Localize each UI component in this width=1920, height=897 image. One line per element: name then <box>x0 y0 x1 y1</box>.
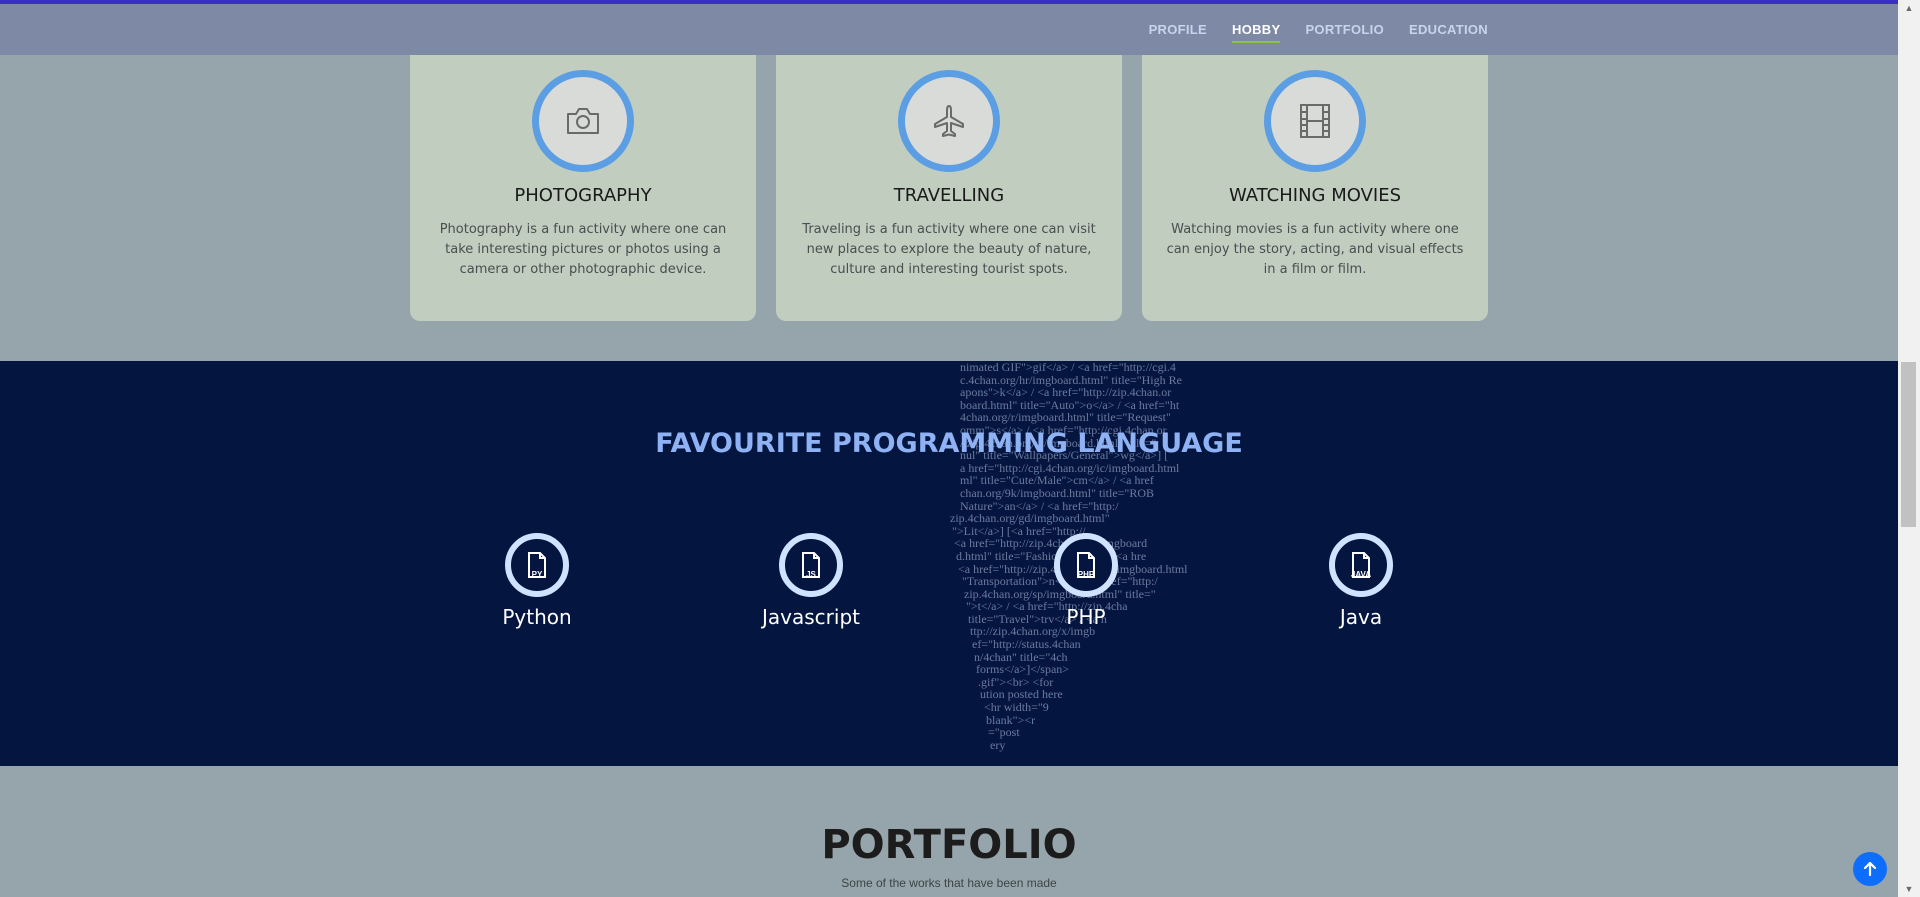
language-name: Java <box>1339 605 1383 629</box>
language-item-java: JAVA Java <box>1281 533 1441 629</box>
file-icon: PHP <box>1054 533 1118 597</box>
language-item-javascript: JS Javascript <box>731 533 891 629</box>
code-art-line: n/4chan" title="4ch <box>974 649 1068 664</box>
portfolio-subtitle: Some of the works that have been made <box>841 876 1057 890</box>
code-art-line: ution posted here <box>980 687 1063 702</box>
section-title: FAVOURITE PROGRAMMING LANGUAGE <box>655 428 1243 459</box>
hobby-card-travelling: TRAVELLING Traveling is a fun activity w… <box>776 44 1122 321</box>
code-art-line: zip.4chan.org/gd/imgboard.html" <box>950 511 1110 526</box>
back-to-top-button[interactable] <box>1853 852 1887 886</box>
code-art-line: forms</a>]</span> <box>976 662 1070 677</box>
language-name: PHP <box>1066 605 1106 629</box>
code-art-line: <hr width="9 <box>984 700 1049 715</box>
file-icon: JS <box>779 533 843 597</box>
file-badge: PY <box>531 570 543 579</box>
arrow-up-icon <box>1863 861 1877 877</box>
file-badge: JAVA <box>1350 570 1372 579</box>
code-art-line: .gif"><br> <for <box>978 674 1054 689</box>
code-art-line: ="post <box>988 725 1020 740</box>
airplane-icon <box>898 70 1000 172</box>
film-icon <box>1264 70 1366 172</box>
scrollbar[interactable]: ▲ ▼ <box>1898 0 1920 897</box>
scroll-down-arrow-icon[interactable]: ▼ <box>1898 881 1920 897</box>
language-item-php: PHP PHP <box>1006 533 1166 629</box>
hobby-description: Traveling is a fun activity where one ca… <box>802 222 1096 277</box>
nav-link-portfolio[interactable]: PORTFOLIO <box>1305 22 1384 43</box>
code-art-line: apons">k</a> / <a href="http://zip.4chan… <box>960 385 1172 400</box>
nav-link-hobby[interactable]: HOBBY <box>1232 22 1281 43</box>
hobby-title: PHOTOGRAPHY <box>514 185 652 206</box>
code-art-line: blank"><r <box>986 712 1036 727</box>
language-name: Javascript <box>762 605 860 629</box>
code-art-line: nimated GIF">gif</a> / <a href="http://c… <box>960 361 1176 374</box>
hobby-description: Photography is a fun activity where one … <box>439 222 727 277</box>
language-item-python: PY Python <box>457 533 617 629</box>
code-art-line: ery <box>990 737 1006 752</box>
hobby-title: WATCHING MOVIES <box>1228 185 1402 206</box>
scroll-up-arrow-icon[interactable]: ▲ <box>1898 0 1920 16</box>
code-art-line: ef="http://status.4chan <box>972 637 1081 652</box>
hobby-card-watching-movies: WATCHING MOVIES Watching movies is a fun… <box>1142 44 1488 321</box>
top-accent-line <box>0 0 1898 4</box>
portfolio-section: PORTFOLIO Some of the works that have be… <box>0 766 1898 897</box>
nav-link-education[interactable]: EDUCATION <box>1409 22 1488 43</box>
hobby-cards: PHOTOGRAPHY Photography is a fun activit… <box>410 44 1488 321</box>
file-badge: JS <box>806 570 816 579</box>
language-name: Python <box>502 605 572 629</box>
hobby-description: Watching movies is a fun activity where … <box>1166 222 1464 277</box>
programming-language-section: nimated GIF">gif</a> / <a href="http://c… <box>0 361 1898 766</box>
nav-link-profile[interactable]: PROFILE <box>1149 22 1207 43</box>
file-badge: PHP <box>1077 570 1095 579</box>
nav-links: PROFILE HOBBY PORTFOLIO EDUCATION <box>1149 22 1488 43</box>
scrollbar-thumb[interactable] <box>1901 362 1916 527</box>
hobby-title: TRAVELLING <box>893 185 1005 206</box>
file-icon: JAVA <box>1329 533 1393 597</box>
hobby-card-photography: PHOTOGRAPHY Photography is a fun activit… <box>410 44 756 321</box>
camera-icon <box>532 70 634 172</box>
portfolio-title: PORTFOLIO <box>821 822 1077 868</box>
file-icon: PY <box>505 533 569 597</box>
code-art-line: chan.org/9k/imgboard.html" title="ROB <box>960 485 1154 500</box>
navbar: PROFILE HOBBY PORTFOLIO EDUCATION <box>0 4 1898 55</box>
